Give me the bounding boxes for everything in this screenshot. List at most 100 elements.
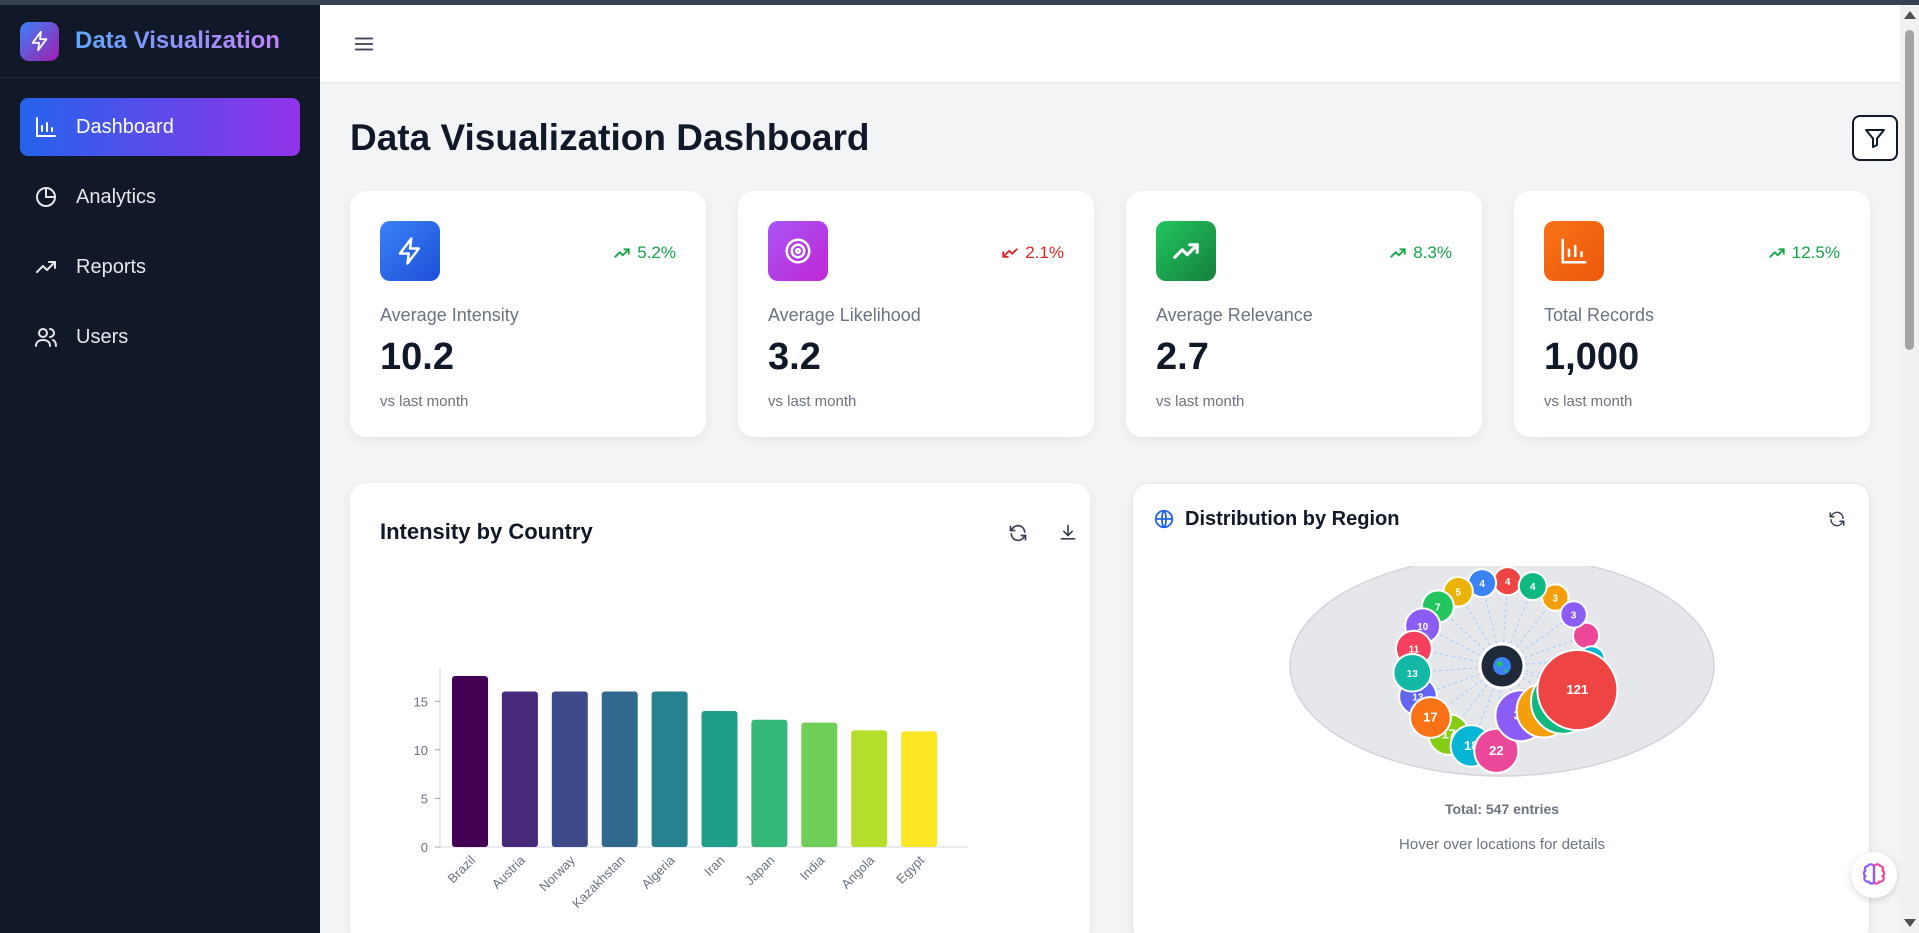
scroll-up-arrow-icon[interactable] [1904, 11, 1916, 19]
trend-value: 2.1% [1025, 243, 1064, 262]
globe-center-earth [1493, 657, 1511, 675]
hamburger-menu-button[interactable] [350, 30, 378, 58]
scroll-thumb[interactable] [1905, 30, 1914, 350]
x-tick-label: Brazil [445, 852, 479, 886]
sidebar-item-label: Analytics [76, 185, 157, 208]
bar-iran[interactable] [701, 710, 738, 847]
stat-card-intensity: 5.2% Average Intensity 10.2 vs last mont… [350, 191, 706, 437]
bar-brazil[interactable] [452, 676, 488, 847]
bar-angola[interactable] [851, 730, 888, 847]
refresh-icon [1009, 524, 1027, 542]
stat-label: Total Records [1544, 305, 1655, 325]
download-icon [1060, 524, 1076, 540]
bubble-label: 3 [1553, 594, 1559, 605]
trending-up-icon [1390, 248, 1406, 258]
stat-subtext: vs last month [380, 393, 469, 410]
lightning-icon [20, 21, 59, 61]
x-tick-label: Kazakhstan [569, 853, 628, 912]
scroll-down-arrow-icon[interactable] [1904, 919, 1916, 927]
bubble-label: 7 [1435, 602, 1441, 613]
region-bubble[interactable]: 4 [1492, 566, 1523, 597]
bar-japan[interactable] [751, 719, 788, 847]
bubble-label: 4 [1505, 577, 1511, 588]
x-tick-label: Iran [701, 853, 727, 879]
main-content: Data Visualization Dashboard 5.2% Averag… [320, 5, 1900, 933]
filter-icon [1865, 129, 1885, 148]
stat-card-likelihood: 2.1% Average Likelihood 3.2 vs last mont… [738, 191, 1094, 437]
bubble-label: 4 [1479, 579, 1485, 590]
x-tick-label: India [797, 852, 828, 883]
app-title: Data Visualization [75, 27, 280, 54]
assistant-button[interactable] [1851, 852, 1897, 898]
y-tick-label: 5 [421, 791, 428, 806]
sidebar-item-reports[interactable]: Reports [20, 238, 300, 296]
stat-label: Average Intensity [380, 305, 519, 325]
bubble-label: 13 [1407, 669, 1419, 680]
bubble-label: 121 [1567, 682, 1589, 697]
sidebar-nav: Dashboard Analytics Reports Users [0, 78, 320, 398]
trend-value: 5.2% [637, 243, 676, 262]
intensity-chart-panel: Intensity by Country 0 5 10 15 Brazil Austria… [350, 483, 1090, 933]
lightning-icon [380, 221, 440, 281]
globe-icon [1154, 509, 1174, 529]
stat-label: Average Likelihood [768, 305, 921, 325]
bubble-label: 17 [1423, 710, 1437, 725]
region-bubble[interactable]: 17 [1409, 696, 1452, 739]
top-bar [320, 5, 1900, 83]
bar-chart-icon [1544, 221, 1604, 281]
stat-subtext: vs last month [1544, 393, 1633, 410]
trending-up-icon [36, 261, 56, 273]
sidebar-item-dashboard[interactable]: Dashboard [20, 98, 300, 156]
total-entries: Total: 547 entries [1444, 801, 1560, 817]
page-scrollbar[interactable] [1900, 5, 1919, 933]
trend-badge: 2.1% [1001, 243, 1064, 263]
window-top-border [0, 0, 1919, 5]
region-bubble[interactable]: 13 [1392, 652, 1433, 693]
users-icon [35, 328, 57, 347]
bar-india[interactable] [801, 722, 838, 847]
sidebar-item-label: Reports [76, 255, 147, 278]
stat-value: 1,000 [1544, 336, 1640, 378]
trend-badge: 8.3% [1389, 243, 1452, 263]
bubble-label: 4 [1530, 582, 1536, 593]
bar-kazakhstan[interactable] [601, 691, 638, 847]
refresh-button[interactable] [1004, 519, 1032, 547]
trend-badge: 12.5% [1768, 243, 1840, 263]
bar-austria[interactable] [501, 691, 538, 847]
y-tick-label: 15 [414, 694, 428, 709]
hover-hint: Hover over locations for details [1399, 836, 1605, 853]
stat-label: Average Relevance [1156, 305, 1313, 325]
filter-button[interactable] [1852, 115, 1898, 161]
bubble-label: 5 [1455, 588, 1461, 599]
trending-up-icon [1156, 221, 1216, 281]
trending-up-icon [614, 248, 630, 258]
y-tick-label: 10 [414, 743, 428, 758]
sidebar-item-analytics[interactable]: Analytics [20, 168, 300, 226]
panel-title: Distribution by Region [1185, 508, 1400, 530]
refresh-button[interactable] [1823, 505, 1851, 533]
page-header: Data Visualization Dashboard [350, 115, 1898, 161]
trend-value: 12.5% [1791, 243, 1840, 262]
x-tick-label: Egypt [893, 852, 927, 886]
region-distribution-panel: Distribution by Region 3 3 4 4 4 5 7 10 11 13 13 17… [1132, 483, 1870, 933]
sidebar-item-label: Dashboard [76, 115, 174, 138]
region-bubble[interactable]: 4 [1517, 571, 1548, 602]
x-tick-label: Angola [838, 852, 878, 892]
download-button[interactable] [1054, 519, 1082, 547]
stat-value: 2.7 [1156, 336, 1209, 378]
stat-card-records: 12.5% Total Records 1,000 vs last month [1514, 191, 1870, 437]
bar-egypt[interactable] [901, 731, 938, 847]
trending-up-icon [1769, 248, 1785, 258]
region-bubble[interactable]: 3 [1559, 600, 1588, 629]
sidebar-item-users[interactable]: Users [20, 308, 300, 366]
sidebar: Data Visualization Dashboard Analytics R… [0, 5, 320, 933]
bar-algeria[interactable] [651, 691, 688, 847]
x-tick-label: Japan [742, 853, 778, 889]
region-bubble[interactable]: 121 [1536, 649, 1619, 732]
stat-subtext: vs last month [1156, 393, 1245, 410]
brand: Data Visualization [0, 5, 320, 78]
trend-value: 8.3% [1413, 243, 1452, 262]
bar-norway[interactable] [551, 691, 588, 847]
region-bubble-chart[interactable]: 33444571011131317171822344064121 [1133, 566, 1871, 796]
trend-badge: 5.2% [613, 243, 676, 263]
